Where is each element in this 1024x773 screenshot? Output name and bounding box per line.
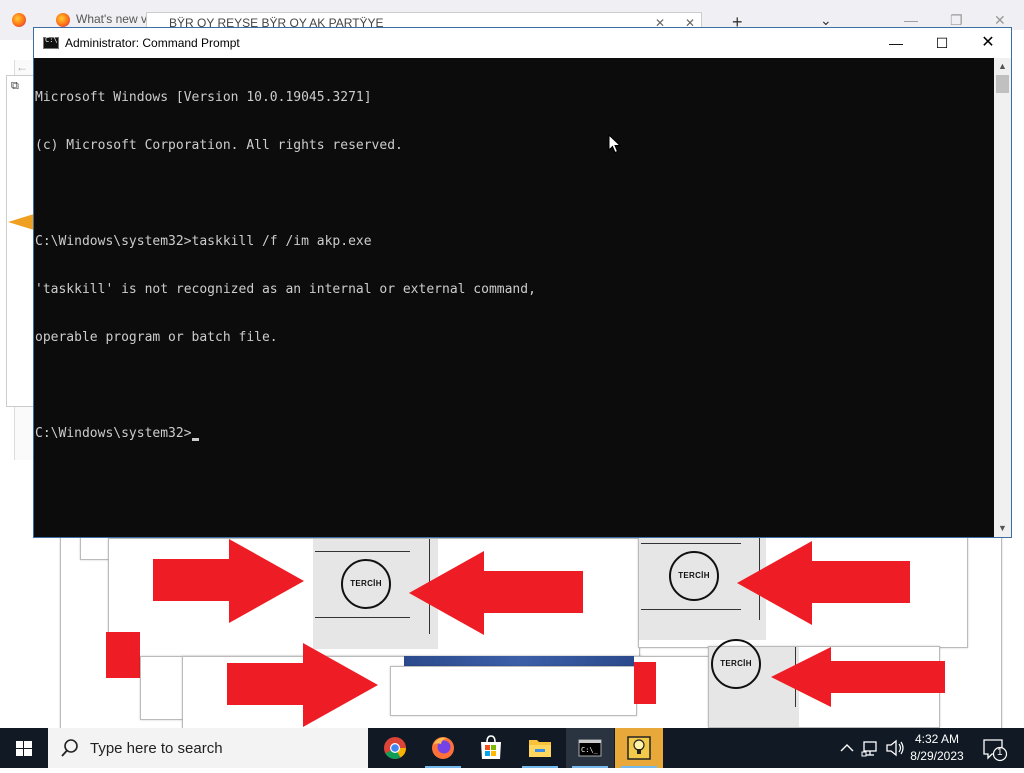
search-icon xyxy=(61,739,78,757)
taskbar-file-explorer[interactable] xyxy=(516,728,564,768)
arrow-shape xyxy=(8,214,34,230)
network-icon xyxy=(861,741,877,757)
network-button[interactable] xyxy=(860,728,882,768)
command-prompt-window[interactable]: Administrator: Command Prompt — ☐ ✕ Micr… xyxy=(33,27,1012,538)
tercih-stamp: TERCİH xyxy=(341,559,391,609)
firefox-icon xyxy=(12,12,26,27)
firefox-icon xyxy=(56,12,70,27)
notification-center-button[interactable]: 1 xyxy=(978,728,1018,768)
taskbar-lightbulb-app[interactable] xyxy=(615,728,663,768)
taskbar-search-box[interactable]: Type here to search xyxy=(48,728,368,768)
tercih-stamp: TERCİH xyxy=(669,551,719,601)
taskbar-clock[interactable]: 4:32 AM 8/29/2023 xyxy=(906,731,968,765)
lightbulb-app-icon xyxy=(627,736,651,760)
cmd-icon: C:\_ xyxy=(578,739,602,757)
console-line: C:\Windows\system32>taskkill /f /im akp.… xyxy=(35,234,372,249)
start-button[interactable] xyxy=(0,728,48,768)
console-output[interactable]: Microsoft Windows [Version 10.0.19045.32… xyxy=(34,58,994,537)
spam-image-card: TERCİH xyxy=(108,538,640,658)
minimize-button[interactable]: — xyxy=(873,28,919,58)
window-titlebar[interactable]: Administrator: Command Prompt — ☐ ✕ xyxy=(34,28,1011,58)
text-cursor xyxy=(191,438,199,441)
show-hidden-icons-button[interactable] xyxy=(838,728,856,768)
svg-text:C:\_: C:\_ xyxy=(581,746,599,754)
search-placeholder: Type here to search xyxy=(90,739,223,757)
file-explorer-icon xyxy=(529,740,551,757)
firefox-icon xyxy=(432,737,454,759)
red-arrow-fragment xyxy=(634,662,656,704)
window-title: Administrator: Command Prompt xyxy=(65,36,240,50)
close-button[interactable]: ✕ xyxy=(965,28,1011,58)
tab-label: What's new v xyxy=(76,12,147,26)
mouse-pointer-icon xyxy=(608,134,622,154)
clock-time: 4:32 AM xyxy=(914,732,960,746)
spam-image-card: TERCİH xyxy=(708,639,945,728)
chrome-icon xyxy=(384,737,406,759)
console-prompt: C:\Windows\system32> xyxy=(35,426,192,441)
windows-logo-icon xyxy=(16,741,32,756)
chevron-up-icon xyxy=(840,744,854,752)
console-line: 'taskkill' is not recognized as an inter… xyxy=(35,282,536,297)
minimize-icon[interactable]: — xyxy=(904,12,918,28)
maximize-button[interactable]: ☐ xyxy=(919,28,965,58)
store-icon xyxy=(481,735,501,759)
scroll-thumb[interactable] xyxy=(996,75,1009,93)
clock-date: 8/29/2023 xyxy=(910,749,964,763)
page-icon: ⧉ xyxy=(11,80,19,92)
console-prompt-line[interactable]: C:\Windows\system32> xyxy=(35,426,994,442)
firefox-tab[interactable] xyxy=(12,12,32,34)
volume-button[interactable] xyxy=(884,728,906,768)
taskbar-cmd[interactable]: C:\_ xyxy=(566,728,614,768)
red-arrow-fragment xyxy=(106,632,140,678)
tercih-stamp: TERCİH xyxy=(711,639,761,689)
spam-image-card xyxy=(390,666,637,716)
taskbar: Type here to search C:\_ 4:32 AM 8/29/20… xyxy=(0,728,1024,768)
vertical-scrollbar[interactable]: ▲ ▼ xyxy=(994,58,1011,537)
console-line: Microsoft Windows [Version 10.0.19045.32… xyxy=(35,90,372,105)
speaker-icon xyxy=(886,739,904,757)
spam-image-card: TERCİH xyxy=(638,534,968,648)
taskbar-firefox[interactable] xyxy=(419,728,467,768)
console-line: (c) Microsoft Corporation. All rights re… xyxy=(35,138,403,153)
taskbar-store[interactable] xyxy=(467,728,515,768)
console-line: operable program or batch file. xyxy=(35,330,278,345)
scroll-up-arrow-icon[interactable]: ▲ xyxy=(994,58,1011,75)
scroll-down-arrow-icon[interactable]: ▼ xyxy=(994,520,1011,537)
taskbar-chrome[interactable] xyxy=(371,728,419,768)
notification-count: 1 xyxy=(997,747,1003,758)
cmd-icon xyxy=(43,36,59,49)
back-arrow-icon[interactable]: ← xyxy=(16,60,28,74)
